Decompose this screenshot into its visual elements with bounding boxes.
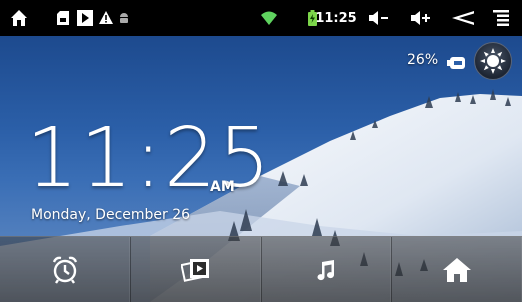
home-icon [443, 258, 472, 282]
brightness-button[interactable] [474, 42, 512, 80]
warning-icon [97, 0, 115, 36]
menu-icon[interactable] [490, 0, 512, 36]
back-icon[interactable] [449, 0, 477, 36]
clock-ampm: AM [210, 179, 235, 195]
sd-card-icon [54, 0, 72, 36]
dock-alarm-button[interactable] [0, 237, 131, 302]
volume-up-icon[interactable] [408, 0, 434, 36]
dock-gallery-button[interactable] [131, 237, 262, 302]
wifi-icon [259, 0, 279, 36]
dock-music-button[interactable] [262, 237, 393, 302]
home-icon[interactable] [6, 0, 32, 36]
android-debug-icon [116, 0, 132, 36]
media-play-icon [76, 0, 94, 36]
status-bar: 11:25 [0, 0, 522, 36]
alarm-clock-icon [52, 256, 77, 284]
gallery-icon [180, 259, 209, 282]
status-clock: 11:25 [315, 10, 357, 26]
dock [0, 236, 522, 302]
clock-date: Monday, December 26 [31, 207, 191, 223]
volume-down-icon[interactable] [366, 0, 392, 36]
music-icon [317, 260, 335, 281]
battery-percent: 26% [407, 52, 439, 68]
dock-home-button[interactable] [392, 237, 522, 302]
clock-time[interactable]: 11:25 [26, 118, 272, 200]
home-screen: 11:25 26% 11:25 AM Monday, December 26 [0, 0, 522, 302]
battery-icon [447, 54, 465, 73]
brightness-icon [480, 48, 506, 74]
